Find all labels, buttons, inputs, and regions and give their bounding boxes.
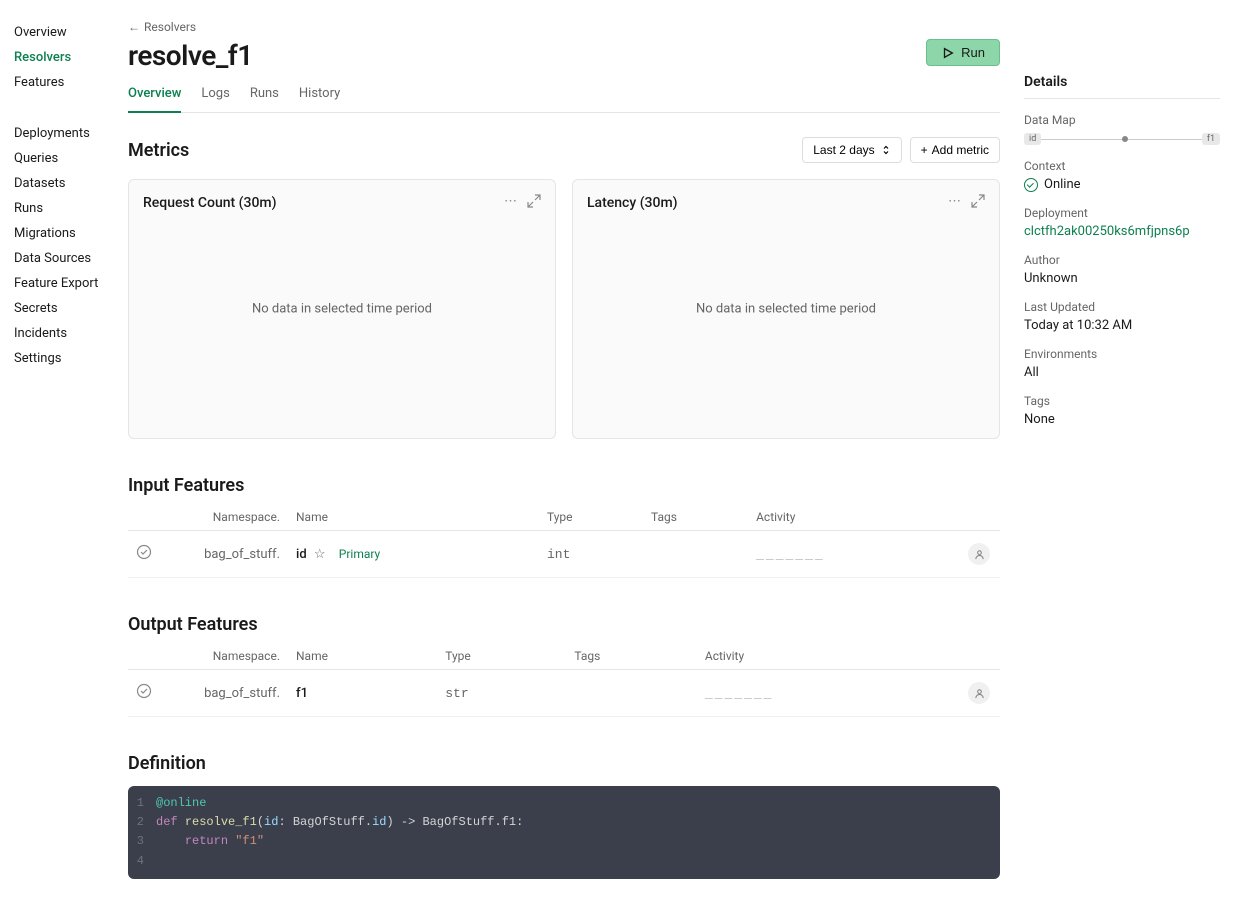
updated-value: Today at 10:32 AM: [1024, 318, 1220, 333]
breadcrumb[interactable]: ← Resolvers: [128, 20, 196, 34]
input-features-table: Namespace. Name Type Tags Activity bag_o…: [128, 504, 1000, 578]
sidebar-item-migrations[interactable]: Migrations: [14, 221, 114, 246]
star-icon: ☆: [314, 547, 326, 562]
metric-card-request-count: Request Count (30m) ⋯ No data in selecte…: [128, 179, 556, 439]
primary-badge: Primary: [339, 547, 380, 561]
col-name: Name: [288, 643, 437, 670]
details-title: Details: [1024, 74, 1220, 99]
add-metric-button[interactable]: + Add metric: [910, 137, 1000, 163]
col-namespace: Namespace.: [168, 643, 288, 670]
expand-icon[interactable]: [971, 194, 985, 212]
metric-empty-text: No data in selected time period: [252, 302, 432, 317]
tab-runs[interactable]: Runs: [250, 86, 279, 113]
col-activity: Activity: [748, 504, 960, 531]
row-namespace: bag_of_stuff.: [168, 531, 288, 578]
main-content: ← Resolvers resolve_f1 Run Overview Logs…: [114, 0, 1024, 919]
details-panel: Details Data Map id f1 Context Online De…: [1024, 0, 1244, 919]
check-circle-icon: [136, 683, 152, 699]
add-metric-label: Add metric: [932, 143, 989, 157]
col-type: Type: [539, 504, 643, 531]
time-range-select[interactable]: Last 2 days: [802, 137, 901, 163]
tags-label: Tags: [1024, 394, 1220, 408]
expand-icon[interactable]: [527, 194, 541, 212]
check-circle-icon: [136, 544, 152, 560]
play-icon: [941, 46, 955, 60]
metric-title: Request Count (30m): [143, 195, 277, 211]
run-button-label: Run: [961, 45, 985, 60]
datamap-label: Data Map: [1024, 113, 1220, 127]
env-value: All: [1024, 365, 1220, 380]
col-name: Name: [288, 504, 539, 531]
context-value: Online: [1044, 177, 1081, 192]
sidebar-item-queries[interactable]: Queries: [14, 146, 114, 171]
chevron-up-down-icon: [881, 145, 891, 155]
run-button[interactable]: Run: [926, 39, 1000, 66]
more-icon[interactable]: ⋯: [504, 194, 517, 212]
row-activity: _______: [697, 670, 960, 717]
tab-logs[interactable]: Logs: [201, 86, 229, 113]
row-type: str: [437, 670, 566, 717]
context-label: Context: [1024, 159, 1220, 173]
sidebar-item-datasets[interactable]: Datasets: [14, 171, 114, 196]
author-value: Unknown: [1024, 271, 1220, 286]
table-row[interactable]: bag_of_stuff. id ☆ Primary int _______: [128, 531, 1000, 578]
breadcrumb-label: Resolvers: [144, 20, 196, 34]
input-features-title: Input Features: [128, 475, 1000, 496]
metrics-title: Metrics: [128, 140, 189, 161]
user-icon-button[interactable]: [968, 682, 990, 704]
user-icon: [974, 688, 985, 699]
col-tags: Tags: [643, 504, 748, 531]
online-icon: [1024, 178, 1038, 192]
updated-label: Last Updated: [1024, 300, 1220, 314]
datamap-node-left: id: [1024, 133, 1041, 145]
code-block: 1@online 2def resolve_f1(id: BagOfStuff.…: [128, 786, 1000, 879]
table-row[interactable]: bag_of_stuff. f1 str _______: [128, 670, 1000, 717]
more-icon[interactable]: ⋯: [948, 194, 961, 212]
output-features-table: Namespace. Name Type Tags Activity bag_o…: [128, 643, 1000, 717]
sidebar: Overview Resolvers Features Deployments …: [0, 0, 114, 919]
datamap[interactable]: id f1: [1024, 133, 1220, 145]
col-namespace: Namespace.: [168, 504, 288, 531]
sidebar-item-overview[interactable]: Overview: [14, 20, 114, 45]
sidebar-item-incidents[interactable]: Incidents: [14, 321, 114, 346]
env-label: Environments: [1024, 347, 1220, 361]
tab-history[interactable]: History: [299, 86, 340, 113]
sidebar-item-runs[interactable]: Runs: [14, 196, 114, 221]
row-name: id: [296, 547, 307, 562]
sidebar-item-data-sources[interactable]: Data Sources: [14, 246, 114, 271]
page-title: resolve_f1: [128, 39, 253, 72]
sidebar-item-resolvers[interactable]: Resolvers: [14, 45, 114, 70]
user-icon: [974, 549, 985, 560]
author-label: Author: [1024, 253, 1220, 267]
tags-value: None: [1024, 412, 1220, 427]
datamap-node-right: f1: [1202, 133, 1220, 145]
sidebar-item-secrets[interactable]: Secrets: [14, 296, 114, 321]
definition-title: Definition: [128, 753, 1000, 774]
col-tags: Tags: [566, 643, 697, 670]
row-activity: _______: [748, 531, 960, 578]
col-type: Type: [437, 643, 566, 670]
sidebar-item-settings[interactable]: Settings: [14, 346, 114, 371]
tabs: Overview Logs Runs History: [128, 86, 1000, 113]
user-icon-button[interactable]: [968, 543, 990, 565]
output-features-title: Output Features: [128, 614, 1000, 635]
time-range-label: Last 2 days: [813, 143, 874, 157]
arrow-left-icon: ←: [128, 20, 140, 34]
sidebar-item-deployments[interactable]: Deployments: [14, 121, 114, 146]
metric-card-latency: Latency (30m) ⋯ No data in selected time…: [572, 179, 1000, 439]
sidebar-item-feature-export[interactable]: Feature Export: [14, 271, 114, 296]
sidebar-item-features[interactable]: Features: [14, 70, 114, 95]
col-activity: Activity: [697, 643, 960, 670]
tab-overview[interactable]: Overview: [128, 86, 181, 113]
row-namespace: bag_of_stuff.: [168, 670, 288, 717]
deployment-label: Deployment: [1024, 206, 1220, 220]
row-type: int: [539, 531, 643, 578]
plus-icon: +: [921, 143, 928, 157]
row-name: f1: [296, 686, 308, 701]
metric-empty-text: No data in selected time period: [696, 302, 876, 317]
deployment-value[interactable]: clctfh2ak00250ks6mfjpns6p: [1024, 224, 1220, 239]
metric-title: Latency (30m): [587, 195, 678, 211]
